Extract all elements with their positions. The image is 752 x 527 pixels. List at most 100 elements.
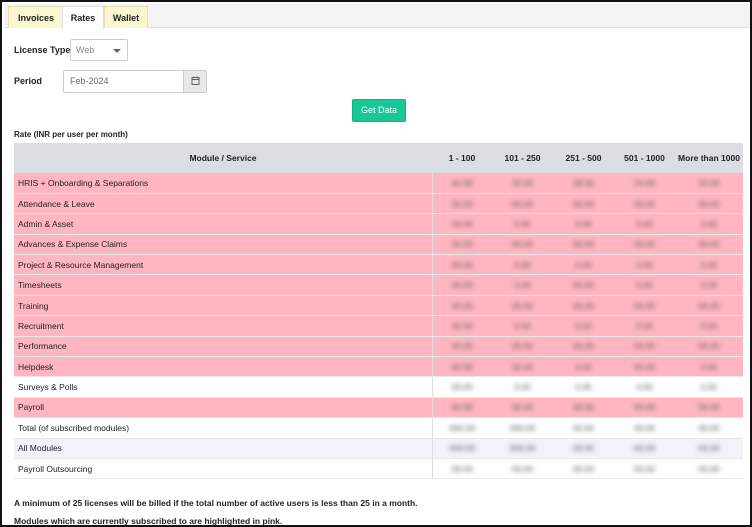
highlight-note: Modules which are currently subscribed t… [14,516,283,526]
calendar-button[interactable] [183,71,206,92]
rate-value: 00.00 [633,443,656,454]
column-header-tier-4: 501 - 1000 [614,143,675,173]
rate-value: 0.00 [700,259,718,270]
rate-value: 00.00 [451,218,473,229]
column-header-module: Module / Service [14,143,432,173]
rate-cell: 0.00 [553,315,614,337]
rate-value: 0.00 [636,320,653,331]
module-name-cell: HRIS + Onboarding & Separations [14,173,433,194]
rate-value: 00.00 [633,402,656,413]
tab-rates[interactable]: Rates [62,6,104,29]
rate-cell: 24.00 [614,173,675,194]
module-name-cell: Advances & Expense Claims [14,234,433,256]
rate-value: 00.00 [572,198,595,209]
rate-cell: 0.00 [675,254,743,276]
rate-value: 00.00 [572,341,595,352]
table-row: All Modules 000.00 000.00 00.00 00.00 00.00 [14,438,743,459]
calendar-icon [191,76,200,85]
rate-value: 0.00 [700,361,718,372]
rate-value: 00.00 [511,300,534,311]
rate-value: 00.00 [633,239,656,250]
rate-cell: 00.00 [675,336,743,358]
rate-value: 00.00 [633,198,656,209]
column-header-tier-1: 1 - 100 [432,143,492,173]
rate-cell: 00.00 [675,234,743,256]
rate-cell: 000.00 [432,417,492,439]
rate-cell: 00.00 [492,295,553,317]
rate-value: 00.00 [511,463,534,474]
rate-value: 000.00 [449,422,476,433]
tab-wallet-label: Wallet [112,13,140,23]
rate-cell: 00.00 [432,458,492,480]
rates-table-body: HRIS + Onboarding & Separations 40.00 32.0… [14,173,743,480]
period-label: Period [14,76,43,86]
rate-cell: 00.00 [553,417,614,439]
rate-cell: 0.00 [492,254,553,276]
rate-value: 0.00 [514,280,531,291]
rate-cell: 00.00 [492,234,553,256]
rate-value: 00.00 [572,422,595,433]
rate-cell: 00.00 [614,438,675,459]
rate-cell: 00.00 [432,254,492,276]
rate-cell: 0.00 [675,356,743,378]
rate-value: 000.00 [509,443,536,454]
table-header-row: Module / Service 1 - 100 101 - 250 251 -… [14,143,743,173]
rate-cell: 00.00 [432,315,492,337]
tab-invoices[interactable]: Invoices [8,6,64,28]
license-type-select[interactable]: Web [70,39,128,61]
rate-value: 0.00 [575,382,592,393]
rate-value: 00.00 [511,341,534,352]
rate-cell: 00.00 [432,356,492,378]
rates-table-caption: Rate (INR per user per month) [14,130,128,139]
rate-value: 00.00 [572,463,595,474]
tab-rates-label: Rates [70,13,96,23]
table-row: Training 00.00 00.00 00.00 00.00 00.00 [14,295,743,317]
rate-cell: 00.00 [553,458,614,480]
rate-cell: 000.00 [492,438,553,459]
rate-cell: 0.00 [614,254,675,276]
rate-cell: 00.00 [492,356,553,378]
rate-value: 00.00 [633,463,656,474]
rate-value: 24.00 [633,177,656,188]
rate-cell: 0.00 [553,213,614,235]
rate-cell: 00.00 [432,234,492,256]
rate-value: 32.00 [511,177,534,188]
tab-wallet[interactable]: Wallet [104,6,148,28]
rate-value: 00.00 [633,361,656,372]
rate-cell: 00.00 [432,397,492,419]
rate-value: 00.00 [572,280,595,291]
rate-cell: 00.00 [492,193,553,215]
rate-value: 00.00 [698,300,720,311]
rate-cell: 00.00 [492,458,553,480]
period-date-input[interactable]: Feb-2024 [63,70,207,93]
rate-cell: 00.00 [614,417,675,439]
column-header-tier-3: 251 - 500 [553,143,614,173]
rate-value: 00.00 [633,422,656,433]
module-name-cell: Surveys & Polls [14,376,433,398]
rate-value: 00.00 [451,341,473,352]
rate-cell: 0.00 [492,315,553,337]
rate-cell: 0.00 [553,356,614,378]
rates-window: Invoices Rates Wallet License Type Web P… [0,0,752,527]
module-name-cell: Attendance & Leave [14,193,433,215]
rate-cell: 00.00 [553,234,614,256]
rate-cell: 00.00 [675,438,743,459]
rate-cell: 0.00 [614,315,675,337]
rate-value: 28.00 [572,177,595,188]
rate-cell: 00.00 [614,336,675,358]
get-data-button[interactable]: Get Data [352,99,406,122]
module-name-cell: Payroll [14,397,433,419]
rate-value: 00.00 [698,239,720,250]
rate-cell: 00.00 [614,356,675,378]
table-row: Payroll Outsourcing 00.00 00.00 00.00 00.00 0… [14,458,743,480]
table-row: Total (of subscribed modules) 000.00 000.0… [14,417,743,439]
rate-value: 0.00 [700,280,718,291]
rate-value: 00.00 [451,198,473,209]
rate-value: 20.00 [698,177,720,188]
minimum-license-note: A minimum of 25 licenses will be billed … [14,498,418,508]
rate-value: 0.00 [575,361,592,372]
module-name-cell: All Modules [14,438,433,459]
rate-value: 00.00 [451,402,473,413]
rate-cell: 00.00 [614,295,675,317]
rate-value: 0.00 [636,218,653,229]
